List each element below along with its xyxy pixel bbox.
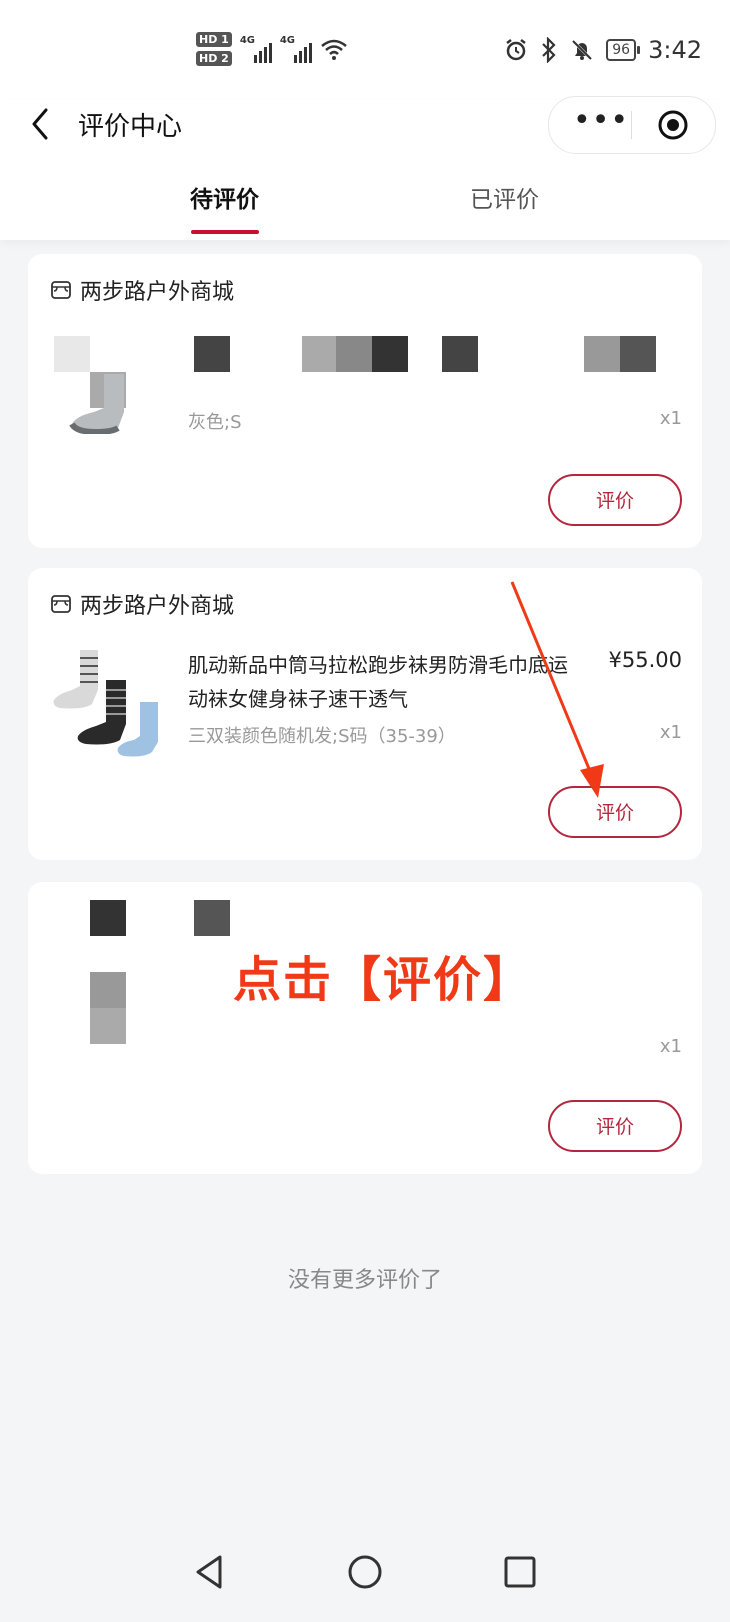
signal-2-icon: 4G — [280, 35, 312, 63]
hd-indicators: HD 1 HD 2 — [196, 32, 232, 66]
product-qty: x1 — [659, 1036, 682, 1057]
more-dots-icon[interactable]: ••• — [573, 106, 628, 139]
status-right: 96 3:42 — [504, 36, 702, 64]
product-qty: x1 — [659, 408, 682, 429]
hd2-badge: HD 2 — [196, 51, 232, 66]
shop-header[interactable]: 两步路户外商城 — [50, 588, 234, 620]
hd1-badge: HD 1 — [196, 32, 232, 47]
active-tab-indicator — [191, 230, 259, 234]
status-bar: HD 1 HD 2 4G 4G 96 3:42 — [0, 0, 730, 100]
product-spec: 灰色;S — [188, 412, 242, 433]
mosaic-block — [302, 336, 338, 372]
mosaic-block — [336, 336, 372, 372]
mosaic-block — [194, 900, 230, 936]
product-name[interactable]: 肌动新品中筒马拉松跑步袜男防滑毛巾底运动袜女健身袜子速干透气 — [188, 648, 578, 716]
shop-header[interactable]: 两步路户外商城 — [50, 274, 234, 306]
tab-pending[interactable]: 待评价 — [190, 180, 259, 214]
mosaic-block — [442, 336, 478, 372]
mosaic-block — [54, 336, 90, 372]
status-left: HD 1 HD 2 4G 4G — [196, 32, 348, 66]
mosaic-block — [90, 1008, 126, 1044]
chevron-left-icon[interactable] — [22, 104, 62, 144]
shop-name: 两步路户外商城 — [80, 280, 235, 305]
store-icon — [51, 595, 71, 613]
product-qty: x1 — [659, 722, 682, 743]
mosaic-block — [194, 336, 230, 372]
mosaic-block — [90, 900, 126, 936]
product-image[interactable] — [50, 644, 166, 760]
target-icon[interactable] — [657, 109, 689, 141]
capsule-divider — [631, 111, 632, 139]
bluetooth-icon — [542, 37, 556, 63]
mosaic-block — [584, 336, 620, 372]
order-card: 两步路户外商城 肌动新品中筒马拉松跑步袜男防滑毛巾底运动袜女健身袜子速干透气 ¥… — [28, 568, 702, 860]
rate-button[interactable]: 评价 — [548, 474, 682, 526]
mini-program-capsule: ••• — [548, 96, 716, 154]
mosaic-block — [372, 336, 408, 372]
battery-icon: 96 — [606, 39, 640, 61]
wifi-icon — [321, 39, 347, 60]
system-nav-bar — [0, 1530, 730, 1622]
order-card: 两步路户外商城 灰色;S x1 评价 — [28, 254, 702, 548]
order-card: x1 评价 — [28, 882, 702, 1174]
nav-home-icon[interactable] — [345, 1552, 385, 1592]
product-spec: 三双装颜色随机发;S码（35-39） — [188, 726, 456, 747]
product-image[interactable] — [66, 372, 146, 434]
store-icon — [51, 281, 71, 299]
mosaic-block — [90, 972, 126, 1008]
rate-button[interactable]: 评价 — [548, 1100, 682, 1152]
product-price: ¥55.00 — [608, 648, 682, 672]
nav-back-icon[interactable] — [190, 1552, 230, 1592]
mosaic-block — [620, 336, 656, 372]
clock: 3:42 — [648, 36, 702, 64]
annotation-callout: 点击【评价】 — [233, 952, 534, 1008]
shop-name: 两步路户外商城 — [80, 594, 235, 619]
nav-bar: 评价中心 ••• 待评价 已评价 — [0, 96, 730, 240]
tab-reviewed[interactable]: 已评价 — [470, 180, 539, 214]
page-title: 评价中心 — [78, 112, 183, 142]
nav-recents-icon[interactable] — [500, 1552, 540, 1592]
rate-button[interactable]: 评价 — [548, 786, 682, 838]
no-more-text: 没有更多评价了 — [287, 1268, 442, 1293]
mute-bell-icon — [572, 39, 593, 61]
alarm-icon — [506, 39, 527, 61]
signal-1-icon: 4G — [240, 35, 272, 63]
tab-bar: 待评价 已评价 — [0, 180, 730, 240]
